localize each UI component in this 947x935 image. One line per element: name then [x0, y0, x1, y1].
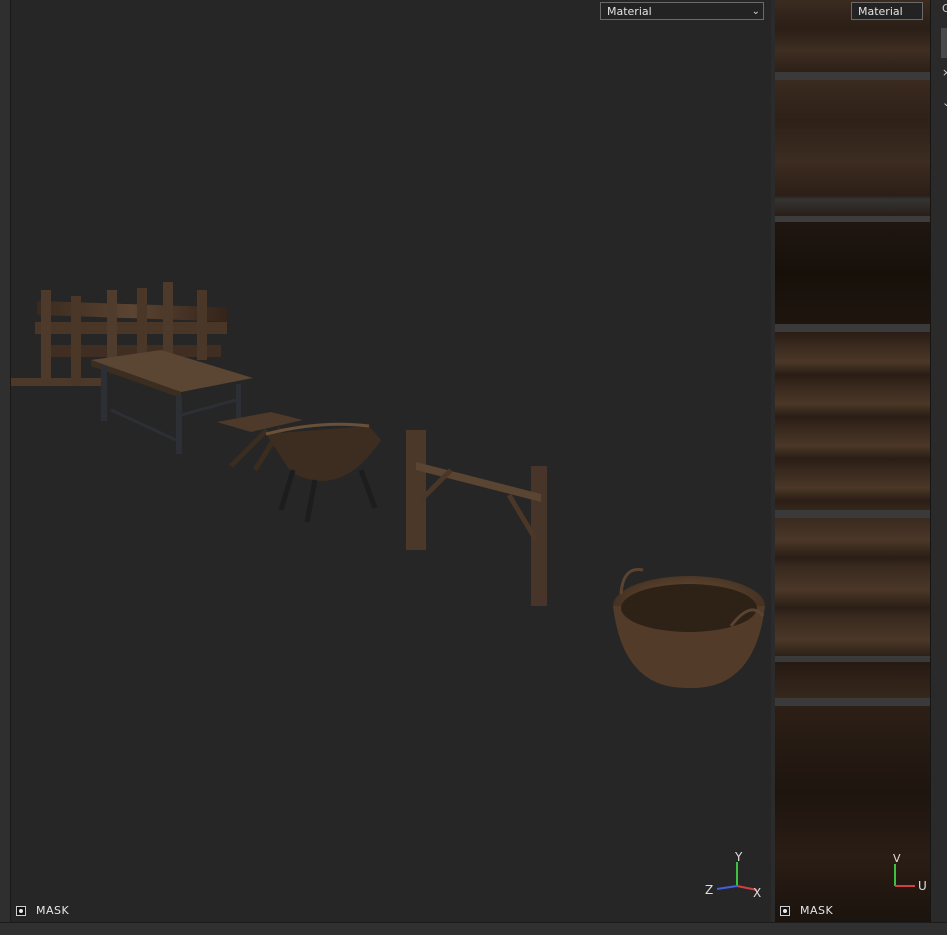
- left-panel-edge: [0, 0, 11, 934]
- texture-tile: [775, 332, 930, 510]
- properties-panel-edge: G × ⌄: [930, 0, 947, 922]
- viewport-shading-select[interactable]: Material ⌄: [600, 2, 764, 20]
- chevron-down-icon: ⌄: [751, 6, 760, 17]
- status-bar: [0, 922, 947, 935]
- panel-input-fragment[interactable]: [941, 28, 947, 58]
- axis-x-label: X: [753, 886, 762, 900]
- uv-texture-view[interactable]: Material V U MASK: [775, 0, 930, 922]
- 3d-viewport[interactable]: Material ⌄ Y Z X MASK: [11, 0, 771, 922]
- texture-gap: [775, 324, 930, 332]
- woven-basket-model: [613, 568, 765, 689]
- chevron-down-icon[interactable]: ⌄: [942, 96, 947, 109]
- viewport-shading-select-value: Material: [607, 5, 652, 18]
- wooden-table-model: [91, 350, 253, 454]
- panel-title-fragment: G: [942, 2, 947, 15]
- viewport-mask-toggle[interactable]: MASK: [16, 904, 69, 917]
- uv-mask-label: MASK: [800, 904, 834, 917]
- texture-gap: [775, 698, 930, 706]
- texture-tile: [775, 662, 930, 698]
- wooden-trough-model: [265, 422, 381, 523]
- scene-render: [11, 282, 765, 689]
- mask-icon: [16, 905, 26, 916]
- texture-tile: [775, 80, 930, 216]
- uv-mask-toggle[interactable]: MASK: [780, 904, 833, 917]
- uv-shading-select[interactable]: Material: [851, 2, 923, 20]
- texture-gap: [775, 510, 930, 518]
- axis-y-label: Y: [735, 850, 743, 864]
- uv-shading-select-value: Material: [858, 5, 903, 18]
- viewport-mask-label: MASK: [36, 904, 70, 917]
- texture-tile: [775, 222, 930, 324]
- texture-gap: [775, 72, 930, 80]
- axis-u-label: U: [918, 879, 927, 893]
- close-icon[interactable]: ×: [942, 66, 947, 79]
- texture-tile: [775, 518, 930, 656]
- wooden-rack-model: [406, 430, 547, 606]
- axis-v-label: V: [893, 852, 901, 865]
- axis-z-label: Z: [705, 883, 714, 897]
- mask-icon: [780, 905, 790, 916]
